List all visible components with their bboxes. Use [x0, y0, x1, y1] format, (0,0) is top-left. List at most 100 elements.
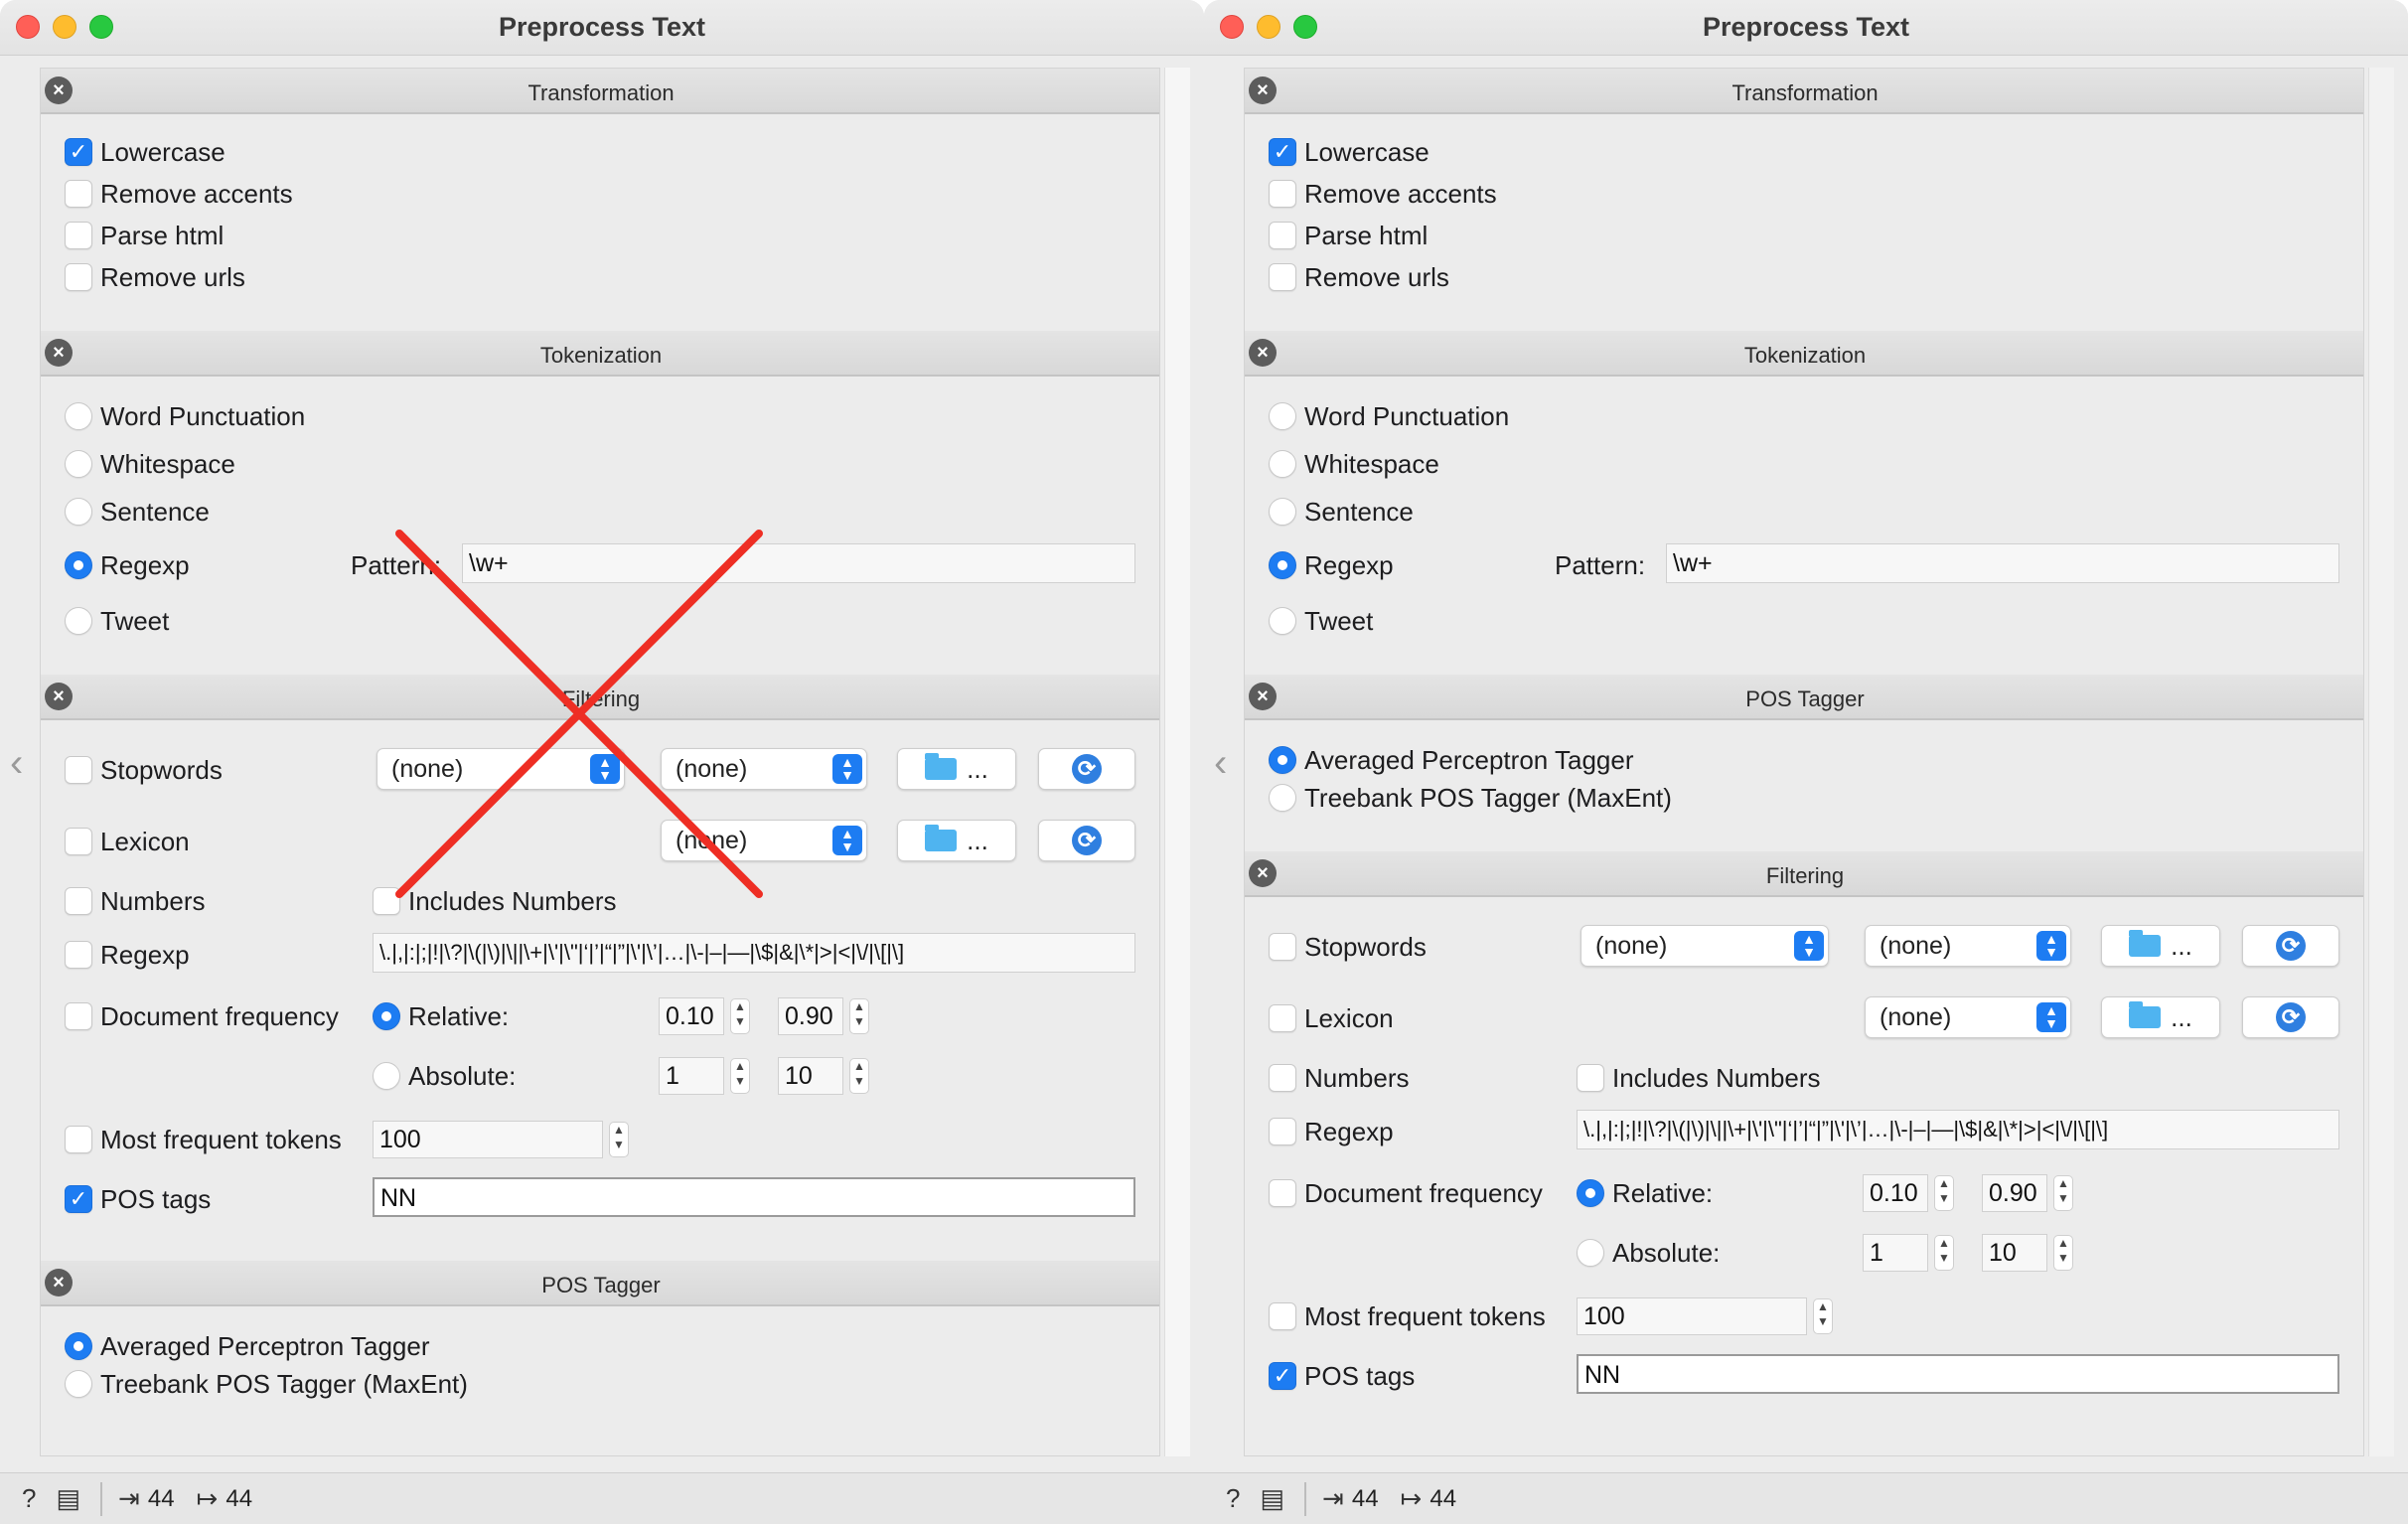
collapse-arrow-icon[interactable]: ‹	[1214, 743, 1227, 783]
includes-numbers-checkbox[interactable]: Includes Numbers	[1577, 1060, 1821, 1096]
most-frequent-spinbox[interactable]: 100 ▲ ▼	[1577, 1297, 1833, 1335]
lowercase-checkbox[interactable]: ✓ Lowercase	[1269, 134, 1430, 170]
numbers-checkbox[interactable]: Numbers	[65, 883, 205, 919]
absolute-radio[interactable]: Absolute:	[373, 1058, 516, 1094]
pos-tags-checkbox[interactable]: ✓ POS tags	[65, 1181, 211, 1217]
stepper-icon[interactable]: ▲ ▼	[2053, 1235, 2073, 1271]
stopwords-checkbox[interactable]: Stopwords	[1269, 929, 1427, 965]
absolute-min-spinbox[interactable]: 1 ▲ ▼	[1863, 1234, 1954, 1272]
stopwords-file-select[interactable]: (none) ▲ ▼	[661, 748, 867, 790]
stepper-icon[interactable]: ▲ ▼	[849, 1058, 869, 1094]
stepper-icon[interactable]: ▲ ▼	[1934, 1235, 1954, 1271]
section-title: POS Tagger	[1745, 686, 1865, 711]
stepper-icon[interactable]: ▲ ▼	[2053, 1175, 2073, 1211]
absolute-max-spinbox[interactable]: 10 ▲ ▼	[1982, 1234, 2073, 1272]
stepper-icon[interactable]: ▲ ▼	[1934, 1175, 1954, 1211]
stepper-icon[interactable]: ▲ ▼	[1813, 1298, 1833, 1334]
parse-html-checkbox[interactable]: Parse html	[1269, 218, 1428, 253]
whitespace-radio[interactable]: Whitespace	[65, 446, 235, 482]
tweet-radio[interactable]: Tweet	[1269, 603, 1373, 639]
checkbox-label: Lexicon	[100, 826, 190, 856]
most-frequent-tokens-checkbox[interactable]: Most frequent tokens	[65, 1122, 342, 1157]
remove-urls-checkbox[interactable]: Remove urls	[1269, 259, 1449, 295]
regexp-radio[interactable]: Regexp	[65, 547, 190, 583]
scrollbar[interactable]	[2368, 68, 2394, 1456]
stopwords-language-select[interactable]: (none) ▲ ▼	[376, 748, 625, 790]
absolute-radio[interactable]: Absolute:	[1577, 1235, 1720, 1271]
regexp-filter-input[interactable]: \.|,|:|;|!|\?|\(|\)|\||\+|\'|\"|‘|’|“|”|…	[373, 933, 1135, 973]
report-icon[interactable]: ▤	[1260, 1483, 1284, 1514]
pos-tags-checkbox[interactable]: ✓ POS tags	[1269, 1358, 1415, 1394]
stopwords-file-select[interactable]: (none) ▲ ▼	[1865, 925, 2071, 967]
relative-min-spinbox[interactable]: 0.10 ▲ ▼	[1863, 1174, 1954, 1212]
lexicon-file-select[interactable]: (none) ▲ ▼	[1865, 996, 2071, 1038]
lexicon-browse-button[interactable]: ...	[2101, 996, 2220, 1038]
stepper-icon[interactable]: ▲ ▼	[730, 1058, 750, 1094]
whitespace-radio[interactable]: Whitespace	[1269, 446, 1439, 482]
regexp-filter-input[interactable]: \.|,|:|;|!|\?|\(|\)|\||\+|\'|\"|‘|’|“|”|…	[1577, 1110, 2339, 1149]
sentence-radio[interactable]: Sentence	[1269, 494, 1414, 530]
collapse-arrow-icon[interactable]: ‹	[10, 743, 23, 783]
most-frequent-tokens-checkbox[interactable]: Most frequent tokens	[1269, 1298, 1546, 1334]
stepper-icon[interactable]: ▲ ▼	[849, 998, 869, 1034]
relative-min-spinbox[interactable]: 0.10 ▲ ▼	[659, 997, 750, 1035]
input-summary[interactable]: ⇥ 44	[118, 1483, 175, 1514]
document-frequency-checkbox[interactable]: Document frequency	[65, 998, 339, 1034]
remove-accents-checkbox[interactable]: Remove accents	[65, 176, 293, 212]
spin-value: 0.90	[778, 997, 843, 1035]
tweet-radio[interactable]: Tweet	[65, 603, 169, 639]
pattern-input[interactable]: \w+	[1666, 543, 2339, 583]
pattern-input[interactable]: \w+	[462, 543, 1135, 583]
pos-tags-input[interactable]: NN	[373, 1177, 1135, 1217]
sentence-radio[interactable]: Sentence	[65, 494, 210, 530]
stopwords-browse-button[interactable]: ...	[897, 748, 1016, 790]
relative-radio[interactable]: Relative:	[1577, 1175, 1713, 1211]
stopwords-reload-button[interactable]: ⟳	[1038, 748, 1135, 790]
lexicon-browse-button[interactable]: ...	[897, 820, 1016, 861]
remove-accents-checkbox[interactable]: Remove accents	[1269, 176, 1497, 212]
lexicon-reload-button[interactable]: ⟳	[2242, 996, 2339, 1038]
absolute-max-spinbox[interactable]: 10 ▲ ▼	[778, 1057, 869, 1095]
relative-radio[interactable]: Relative:	[373, 998, 509, 1034]
lowercase-checkbox[interactable]: ✓ Lowercase	[65, 134, 226, 170]
help-icon[interactable]: ?	[22, 1483, 36, 1514]
regexp-filter-checkbox[interactable]: Regexp	[1269, 1114, 1394, 1149]
stopwords-checkbox[interactable]: Stopwords	[65, 752, 223, 788]
pos-tags-input[interactable]: NN	[1577, 1354, 2339, 1394]
stepper-icon[interactable]: ▲ ▼	[609, 1122, 629, 1157]
word-punctuation-radio[interactable]: Word Punctuation	[65, 398, 305, 434]
numbers-checkbox[interactable]: Numbers	[1269, 1060, 1409, 1096]
treebank-radio[interactable]: Treebank POS Tagger (MaxEnt)	[1269, 780, 1672, 816]
document-frequency-checkbox[interactable]: Document frequency	[1269, 1175, 1543, 1211]
stopwords-language-select[interactable]: (none) ▲ ▼	[1580, 925, 1829, 967]
absolute-min-spinbox[interactable]: 1 ▲ ▼	[659, 1057, 750, 1095]
spin-value: 1	[1863, 1234, 1928, 1272]
scrollbar[interactable]	[1164, 68, 1190, 1456]
pattern-label: Pattern:	[1555, 550, 1646, 580]
relative-max-spinbox[interactable]: 0.90 ▲ ▼	[778, 997, 869, 1035]
lexicon-file-select[interactable]: (none) ▲ ▼	[661, 820, 867, 861]
regexp-filter-checkbox[interactable]: Regexp	[65, 937, 190, 973]
report-icon[interactable]: ▤	[56, 1483, 80, 1514]
stopwords-browse-button[interactable]: ...	[2101, 925, 2220, 967]
stopwords-reload-button[interactable]: ⟳	[2242, 925, 2339, 967]
includes-numbers-checkbox[interactable]: Includes Numbers	[373, 883, 617, 919]
lexicon-checkbox[interactable]: Lexicon	[1269, 1000, 1394, 1036]
help-icon[interactable]: ?	[1226, 1483, 1240, 1514]
output-summary[interactable]: ↦ 44	[197, 1483, 253, 1514]
parse-html-checkbox[interactable]: Parse html	[65, 218, 224, 253]
lexicon-checkbox[interactable]: Lexicon	[65, 824, 190, 859]
stepper-icon[interactable]: ▲ ▼	[730, 998, 750, 1034]
word-punctuation-radio[interactable]: Word Punctuation	[1269, 398, 1509, 434]
lexicon-reload-button[interactable]: ⟳	[1038, 820, 1135, 861]
input-summary[interactable]: ⇥ 44	[1322, 1483, 1379, 1514]
averaged-perceptron-radio[interactable]: Averaged Perceptron Tagger	[65, 1328, 430, 1364]
output-summary[interactable]: ↦ 44	[1401, 1483, 1457, 1514]
most-frequent-spinbox[interactable]: 100 ▲ ▼	[373, 1121, 629, 1158]
radio-icon	[65, 402, 92, 430]
relative-max-spinbox[interactable]: 0.90 ▲ ▼	[1982, 1174, 2073, 1212]
regexp-radio[interactable]: Regexp	[1269, 547, 1394, 583]
remove-urls-checkbox[interactable]: Remove urls	[65, 259, 245, 295]
averaged-perceptron-radio[interactable]: Averaged Perceptron Tagger	[1269, 742, 1634, 778]
treebank-radio[interactable]: Treebank POS Tagger (MaxEnt)	[65, 1366, 468, 1402]
